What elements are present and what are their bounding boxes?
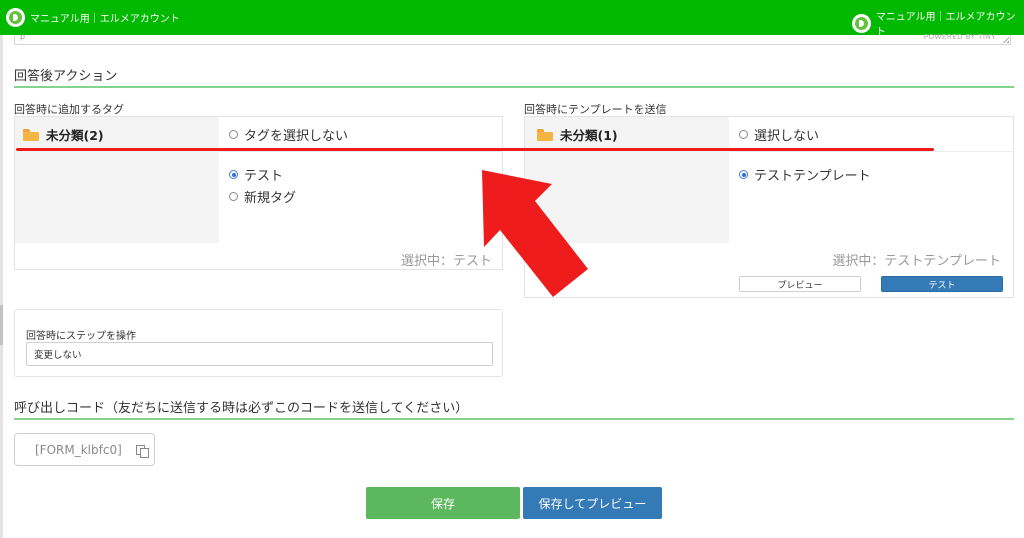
tag-option-label: テスト <box>244 169 284 184</box>
tag-option-label: タグを選択しない <box>244 129 349 144</box>
tag-folder-item[interactable]: 未分類(2) <box>23 125 104 144</box>
scrollbar-thumb[interactable] <box>0 305 3 345</box>
template-panel-label: 回答時にテンプレートを送信 <box>524 103 667 116</box>
save-and-preview-button[interactable]: 保存してプレビュー <box>523 487 662 519</box>
template-folder-name: 未分類(1) <box>560 128 618 143</box>
tag-option-label: 新規タグ <box>244 191 297 206</box>
section-divider <box>14 418 1014 420</box>
tag-panel: 未分類(2) タグを選択しない テスト 新規タグ 選択中：テスト <box>14 116 503 270</box>
annotation-arrow-icon <box>482 170 588 297</box>
lme-logo-icon <box>852 13 871 33</box>
rich-text-editor-bottom[interactable]: p POWERED BY TINY <box>14 32 1011 45</box>
resize-grip-icon[interactable] <box>1002 36 1009 43</box>
radio-icon[interactable] <box>229 130 238 139</box>
template-option-test[interactable]: テストテンプレート <box>739 165 871 184</box>
call-code-value: [FORM_klbfc0] <box>35 443 122 457</box>
form-settings-page: マニュアル用｜エルメアカウント マニュアル用｜エルメアカウント p POWERE… <box>0 0 1024 538</box>
section-title-call-code: 呼び出しコード（友だちに送信する時は必ずこのコードを送信してください） <box>14 401 469 416</box>
call-code-field[interactable]: [FORM_klbfc0] <box>14 433 155 466</box>
tag-option-new[interactable]: 新規タグ <box>229 187 296 206</box>
section-divider <box>14 86 1014 88</box>
copy-icon[interactable] <box>136 445 149 458</box>
annotation-underline <box>16 148 934 151</box>
template-option-label: 選択しない <box>754 129 820 144</box>
step-operation-box: 回答時にステップを操作 変更しない <box>14 309 503 377</box>
tag-panel-label: 回答時に追加するタグ <box>14 103 124 116</box>
template-folder-item[interactable]: 未分類(1) <box>537 125 618 144</box>
radio-icon[interactable] <box>739 130 748 139</box>
tag-folder-name: 未分類(2) <box>46 128 104 143</box>
template-option-none[interactable]: 選択しない <box>739 125 819 144</box>
folder-open-icon <box>23 128 39 141</box>
tag-option-none[interactable]: タグを選択しない <box>229 125 348 144</box>
lme-logo-icon <box>6 8 25 27</box>
brand-left-text: マニュアル用｜エルメアカウント <box>30 14 180 25</box>
template-option-label: テストテンプレート <box>754 169 871 184</box>
step-operation-select[interactable]: 変更しない <box>26 342 493 366</box>
editor-path: p <box>20 32 26 41</box>
folder-open-icon <box>537 128 553 141</box>
section-title-after-answer: 回答後アクション <box>14 69 118 84</box>
radio-selected-icon[interactable] <box>229 170 238 179</box>
step-operation-label: 回答時にステップを操作 <box>26 331 136 342</box>
save-button[interactable]: 保存 <box>366 487 520 519</box>
tag-option-test[interactable]: テスト <box>229 165 283 184</box>
template-panel: 未分類(1) 選択しない テストテンプレート 選択中：テストテンプレート プレビ… <box>524 116 1014 298</box>
template-preview-button[interactable]: プレビュー <box>739 276 861 292</box>
radio-selected-icon[interactable] <box>739 170 748 179</box>
editor-powered-by[interactable]: POWERED BY TINY <box>924 33 996 41</box>
page-scrollbar[interactable] <box>0 35 3 538</box>
top-bar: マニュアル用｜エルメアカウント マニュアル用｜エルメアカウント <box>0 0 1024 38</box>
option-divider <box>729 151 1014 152</box>
template-test-button[interactable]: テスト <box>881 276 1003 292</box>
option-divider <box>219 151 503 152</box>
template-selected-status: 選択中：テストテンプレート <box>832 254 1001 269</box>
radio-icon[interactable] <box>229 192 238 201</box>
brand-left[interactable]: マニュアル用｜エルメアカウント <box>6 8 180 27</box>
